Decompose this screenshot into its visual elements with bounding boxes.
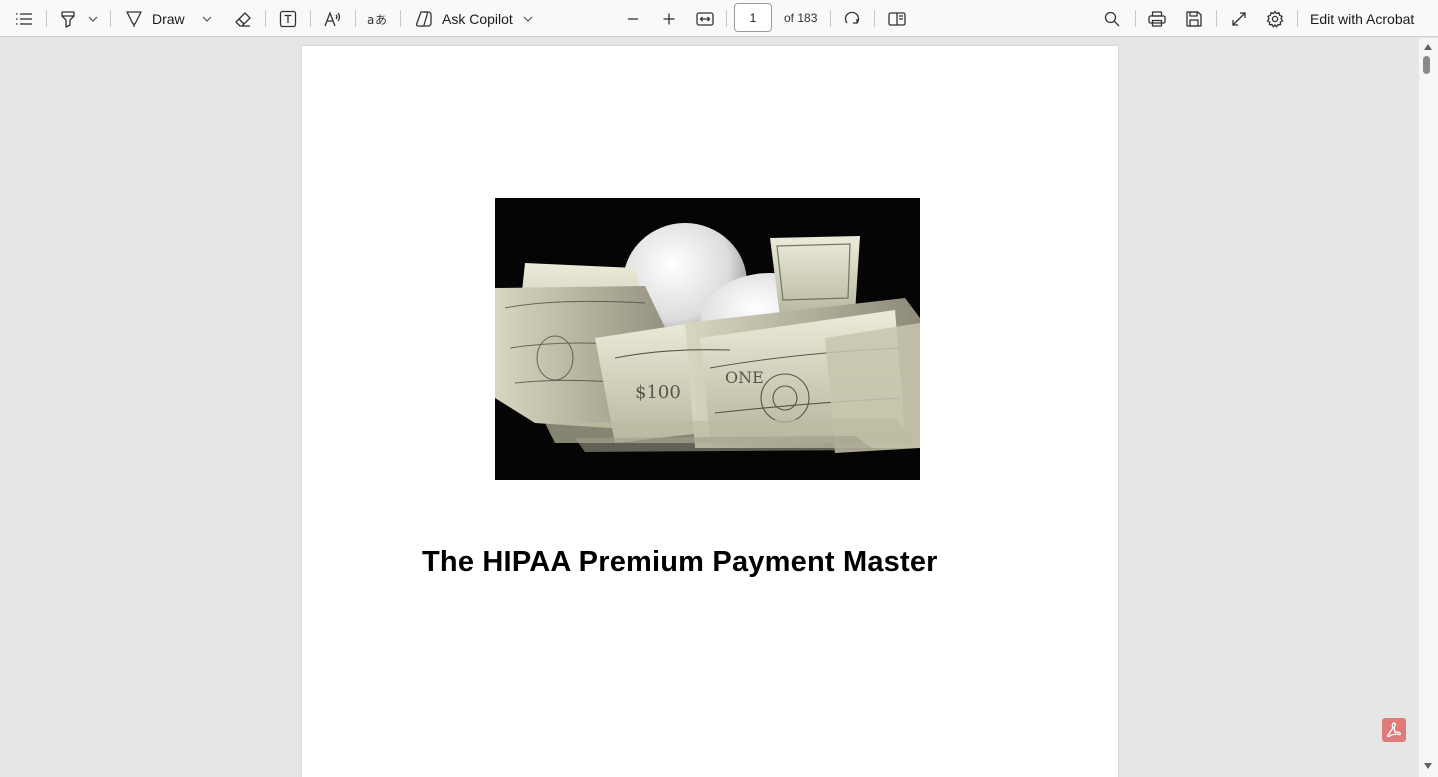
edit-with-acrobat-button[interactable]: Edit with Acrobat [1310,0,1425,37]
eraser-icon[interactable] [232,0,254,37]
scrollbar-thumb[interactable] [1423,56,1430,74]
read-aloud-icon[interactable] [322,0,344,37]
pdf-page: ONE $100 The HIPAA Premium Payment Maste… [302,46,1118,777]
minus-icon[interactable] [622,0,644,37]
toolbar-separator [874,10,875,27]
translate-icon[interactable]: aあ [366,0,388,37]
toolbar-separator [310,10,311,27]
highlight-dropdown-chevron-icon[interactable] [85,0,101,37]
page-view-icon[interactable] [886,0,908,37]
plus-icon[interactable] [658,0,680,37]
scroll-down-arrow-icon[interactable] [1422,761,1434,771]
money-nest-photo: ONE $100 [495,198,920,480]
toolbar-separator [1297,10,1298,27]
draw-label[interactable]: Draw [152,0,192,37]
fit-width-icon[interactable] [694,0,716,37]
svg-text:あ: あ [375,13,387,27]
toolbar-separator [265,10,266,27]
copilot-icon[interactable] [413,0,435,37]
search-icon[interactable] [1101,0,1123,37]
page-count-label: of 183 [784,11,818,25]
highlighter-icon[interactable] [57,0,79,37]
save-icon[interactable] [1183,0,1205,37]
rotate-icon[interactable] [841,0,863,37]
ask-copilot-label[interactable]: Ask Copilot [442,0,517,37]
acrobat-logo-icon[interactable] [1382,718,1406,742]
svg-text:a: a [367,13,374,27]
toolbar-separator [726,10,727,27]
expand-icon[interactable] [1228,0,1250,37]
toolbar-separator [830,10,831,27]
document-viewport[interactable]: ONE $100 The HIPAA Premium Payment Maste… [0,38,1419,777]
copilot-dropdown-chevron-icon[interactable] [520,0,536,37]
page-number-input[interactable] [734,3,772,32]
toolbar-separator [1216,10,1217,27]
toolbar-separator [110,10,111,27]
document-title: The HIPAA Premium Payment Master [422,546,938,578]
vertical-scrollbar[interactable] [1419,38,1438,777]
toolbar-separator [355,10,356,27]
draw-pen-icon[interactable] [124,0,144,37]
printer-icon[interactable] [1146,0,1168,37]
toolbar-separator [400,10,401,27]
list-icon[interactable] [13,0,35,37]
pdf-toolbar: Draw aあ Ask Copilot of 183 [0,0,1438,37]
text-box-icon[interactable] [277,0,299,37]
gear-icon[interactable] [1264,0,1286,37]
scroll-up-arrow-icon[interactable] [1422,42,1434,52]
draw-dropdown-chevron-icon[interactable] [199,0,215,37]
svg-text:ONE: ONE [725,368,764,387]
svg-text:$100: $100 [635,382,681,403]
toolbar-separator [46,10,47,27]
toolbar-separator [1135,10,1136,27]
